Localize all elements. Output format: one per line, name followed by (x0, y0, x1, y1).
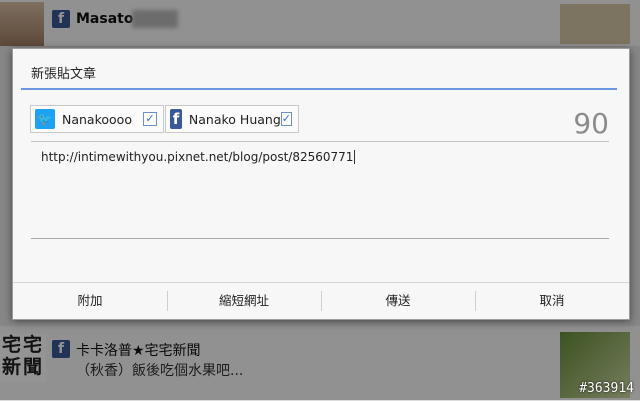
dialog-button-bar: 附加 縮短網址 傳送 取消 (13, 282, 629, 319)
facebook-icon: f (170, 109, 182, 129)
send-button[interactable]: 傳送 (321, 283, 475, 319)
twitter-icon: 🐦 (35, 109, 55, 129)
account-checkbox[interactable]: ✓ (143, 112, 157, 126)
character-counter: 90 (573, 107, 609, 140)
shorten-url-button[interactable]: 縮短網址 (167, 283, 321, 319)
account-name: Nanako Huang (188, 111, 281, 127)
watermark: #363914 (579, 381, 634, 396)
post-text-input[interactable]: http://intimewithyou.pixnet.net/blog/pos… (31, 141, 609, 239)
dialog-title: 新張貼文章 (31, 67, 97, 82)
attach-button[interactable]: 附加 (13, 283, 167, 319)
title-divider (21, 88, 617, 90)
account-toggle-twitter[interactable]: 🐦 Nanakoooo ✓ (30, 105, 164, 133)
account-name: Nanakoooo (62, 111, 132, 127)
account-toggle-facebook[interactable]: f Nanako Huang ✓ (165, 105, 299, 133)
post-text-value: http://intimewithyou.pixnet.net/blog/pos… (41, 150, 356, 164)
account-checkbox[interactable]: ✓ (280, 112, 292, 126)
cancel-button[interactable]: 取消 (475, 283, 629, 319)
new-post-dialog: 新張貼文章 🐦 Nanakoooo ✓ f Nanako Huang ✓ 90 … (12, 48, 630, 320)
